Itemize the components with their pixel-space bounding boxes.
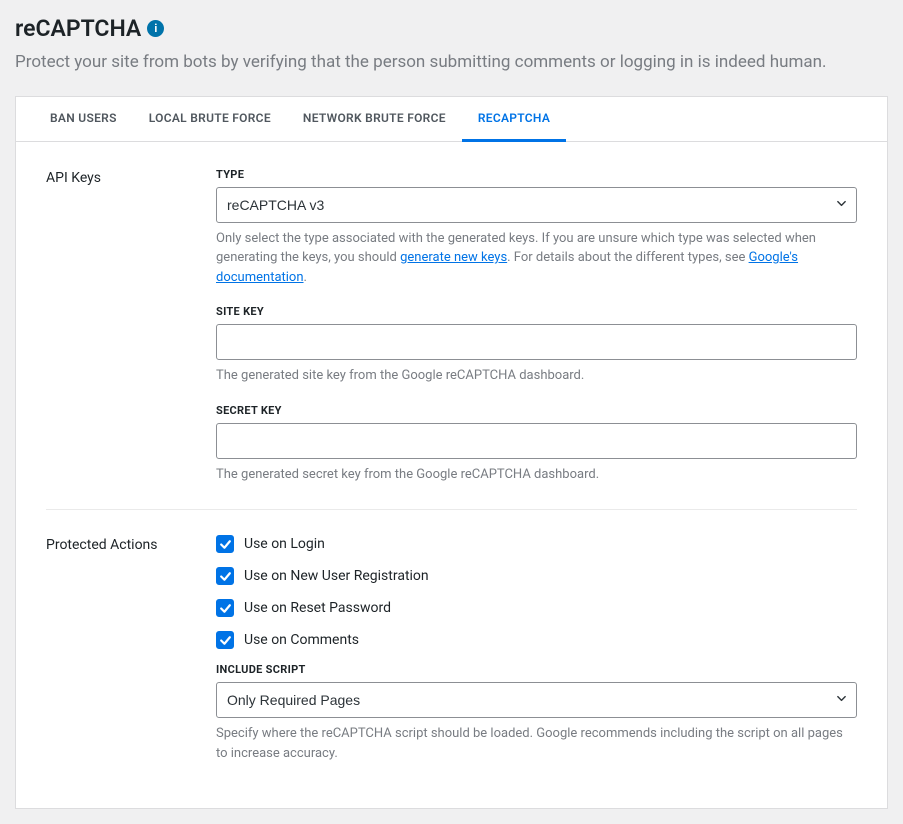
page-header: reCAPTCHA i Protect your site from bots … xyxy=(15,15,888,76)
include-script-label: INCLUDE SCRIPT xyxy=(216,663,857,676)
type-field-group: TYPE reCAPTCHA v3 Only select the type a… xyxy=(216,168,857,288)
page-title: reCAPTCHA i xyxy=(15,15,888,42)
secret-key-field-group: SECRET KEY The generated secret key from… xyxy=(216,404,857,485)
include-script-field-group: INCLUDE SCRIPT Only Required Pages Speci… xyxy=(216,663,857,763)
checkbox-label-comments: Use on Comments xyxy=(244,632,359,648)
tab-network-brute-force[interactable]: NETWORK BRUTE FORCE xyxy=(287,97,462,142)
protected-actions-row: Protected Actions Use on Login Use on Ne… xyxy=(46,509,857,788)
secret-key-input[interactable] xyxy=(216,423,857,459)
tabs: BAN USERS LOCAL BRUTE FORCE NETWORK BRUT… xyxy=(16,97,887,142)
site-key-input[interactable] xyxy=(216,324,857,360)
info-icon[interactable]: i xyxy=(147,20,164,37)
include-script-select[interactable]: Only Required Pages xyxy=(216,682,857,718)
checkbox-label-reset-password: Use on Reset Password xyxy=(244,600,391,616)
secret-key-label: SECRET KEY xyxy=(216,404,857,417)
tab-recaptcha[interactable]: RECAPTCHA xyxy=(462,97,566,142)
page-subtitle: Protect your site from bots by verifying… xyxy=(15,50,888,76)
form-body: API Keys TYPE reCAPTCHA v3 Only select t… xyxy=(16,142,887,809)
check-icon xyxy=(219,634,232,647)
protected-actions-section-label: Protected Actions xyxy=(46,535,186,763)
checkbox-use-on-registration[interactable]: Use on New User Registration xyxy=(216,567,857,585)
check-icon xyxy=(219,538,232,551)
page-title-text: reCAPTCHA xyxy=(15,15,141,42)
api-keys-fields: TYPE reCAPTCHA v3 Only select the type a… xyxy=(216,168,857,485)
checkbox-input-registration[interactable] xyxy=(216,567,234,585)
include-script-helper: Specify where the reCAPTCHA script shoul… xyxy=(216,724,857,763)
checkbox-use-on-reset-password[interactable]: Use on Reset Password xyxy=(216,599,857,617)
checkbox-label-login: Use on Login xyxy=(244,536,325,552)
type-helper-text-3: . xyxy=(304,270,307,285)
check-icon xyxy=(219,570,232,583)
checkbox-input-login[interactable] xyxy=(216,535,234,553)
checkbox-use-on-login[interactable]: Use on Login xyxy=(216,535,857,553)
type-label: TYPE xyxy=(216,168,857,181)
type-select[interactable]: reCAPTCHA v3 xyxy=(216,187,857,223)
site-key-field-group: SITE KEY The generated site key from the… xyxy=(216,305,857,386)
check-icon xyxy=(219,602,232,615)
site-key-helper: The generated site key from the Google r… xyxy=(216,366,857,386)
protected-actions-fields: Use on Login Use on New User Registratio… xyxy=(216,535,857,763)
checkbox-input-reset-password[interactable] xyxy=(216,599,234,617)
checkbox-use-on-comments[interactable]: Use on Comments xyxy=(216,631,857,649)
tab-ban-users[interactable]: BAN USERS xyxy=(34,97,133,142)
type-helper: Only select the type associated with the… xyxy=(216,229,857,288)
api-keys-section-label: API Keys xyxy=(46,168,186,485)
type-helper-text-2: . For details about the different types,… xyxy=(507,250,748,265)
generate-new-keys-link[interactable]: generate new keys xyxy=(400,250,507,265)
settings-panel: BAN USERS LOCAL BRUTE FORCE NETWORK BRUT… xyxy=(15,96,888,810)
type-select-wrap: reCAPTCHA v3 xyxy=(216,187,857,223)
checkbox-input-comments[interactable] xyxy=(216,631,234,649)
include-script-select-wrap: Only Required Pages xyxy=(216,682,857,718)
api-keys-row: API Keys TYPE reCAPTCHA v3 Only select t… xyxy=(46,162,857,510)
checkbox-label-registration: Use on New User Registration xyxy=(244,568,429,584)
site-key-label: SITE KEY xyxy=(216,305,857,318)
secret-key-helper: The generated secret key from the Google… xyxy=(216,465,857,485)
tab-local-brute-force[interactable]: LOCAL BRUTE FORCE xyxy=(133,97,287,142)
